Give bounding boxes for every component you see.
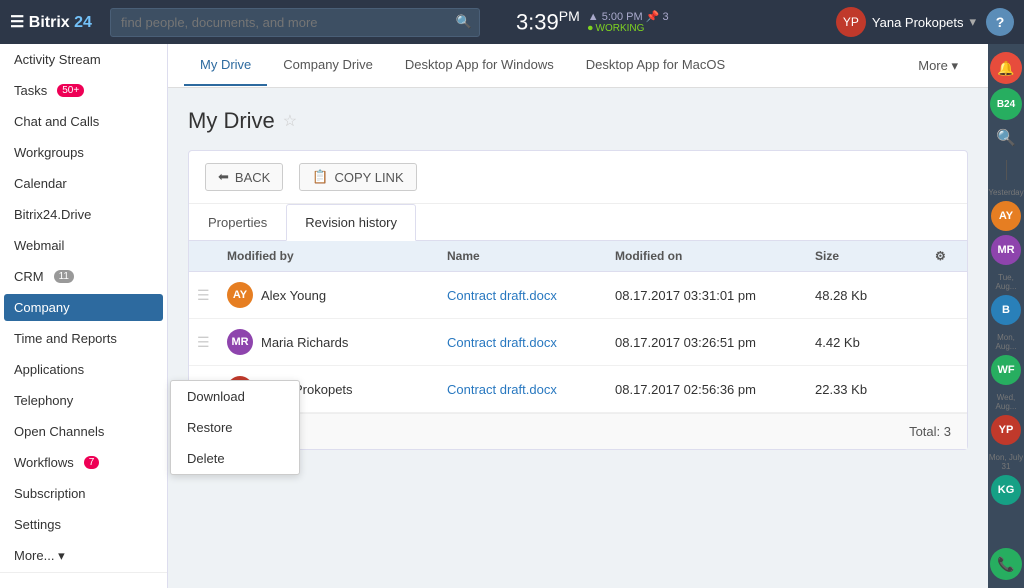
drag-handle[interactable]: ☰ bbox=[189, 334, 219, 351]
sidebar-bottom: CONFIGURE MENU ⚙ + INVITE USERS bbox=[0, 572, 167, 588]
cell-filename-3[interactable]: Contract draft.docx bbox=[439, 382, 607, 397]
sidebar-item-open-channels[interactable]: Open Channels bbox=[0, 416, 167, 447]
cell-modified-2: 08.17.2017 03:26:51 pm bbox=[607, 335, 807, 350]
sidebar-item-subscription[interactable]: Subscription bbox=[0, 478, 167, 509]
topbar-right: YP Yana Prokopets ▾ ? bbox=[836, 7, 1014, 37]
phone-icon-wrap: 📞 bbox=[990, 548, 1022, 580]
table-row: ☰ YP Yana Prokopets Contract draft.docx … bbox=[189, 366, 967, 413]
rp-avatar[interactable]: YP bbox=[991, 415, 1021, 445]
sidebar-item-bitrix24drive[interactable]: Bitrix24.Drive bbox=[0, 199, 167, 230]
sidebar-item-calendar[interactable]: Calendar bbox=[0, 168, 167, 199]
context-menu-download[interactable]: Download bbox=[171, 381, 299, 412]
sidebar: Activity Stream Tasks 50+ Chat and Calls… bbox=[0, 44, 168, 588]
search-wrap: 🔍 bbox=[110, 8, 480, 37]
main-area: My Drive Company Drive Desktop App for W… bbox=[168, 44, 988, 588]
sidebar-item-company[interactable]: Company bbox=[4, 294, 163, 321]
sidebar-item-workgroups[interactable]: Workgroups bbox=[0, 137, 167, 168]
col-modified-on[interactable]: Modified on bbox=[607, 249, 807, 263]
cell-modified-3: 08.17.2017 02:56:36 pm bbox=[607, 382, 807, 397]
rp-avatar[interactable]: AY bbox=[991, 201, 1021, 231]
tab-company-drive[interactable]: Company Drive bbox=[267, 45, 389, 86]
search-input[interactable] bbox=[110, 8, 480, 37]
drag-handle[interactable]: ☰ bbox=[189, 287, 219, 304]
notifications-icon[interactable]: 🔔 bbox=[990, 52, 1022, 84]
sidebar-item-activity-stream[interactable]: Activity Stream bbox=[0, 44, 167, 75]
cell-size-2: 4.42 Kb bbox=[807, 335, 927, 350]
col-size[interactable]: Size bbox=[807, 249, 927, 263]
subtab-properties[interactable]: Properties bbox=[189, 204, 286, 241]
table-footer: Total: 3 bbox=[189, 413, 967, 449]
clock-display: 3:39PM bbox=[516, 8, 580, 35]
rp-avatar[interactable]: WF bbox=[991, 355, 1021, 385]
sidebar-item-webmail[interactable]: Webmail bbox=[0, 230, 167, 261]
cell-size-3: 22.33 Kb bbox=[807, 382, 927, 397]
right-panel: 🔔 B24 🔍 Yesterday AY MR Tue, Aug... B Mo… bbox=[988, 44, 1024, 588]
context-menu-restore[interactable]: Restore bbox=[171, 412, 299, 443]
avatar: AY bbox=[227, 282, 253, 308]
app-logo: ☰ Bitrix 24 bbox=[10, 12, 92, 32]
sidebar-item-settings[interactable]: Settings bbox=[0, 509, 167, 540]
sidebar-item-telephony[interactable]: Telephony bbox=[0, 385, 167, 416]
divider bbox=[1006, 160, 1007, 180]
layout: Activity Stream Tasks 50+ Chat and Calls… bbox=[0, 44, 1024, 588]
copy-link-button[interactable]: 📋 COPY LINK bbox=[299, 163, 416, 191]
phone-icon[interactable]: 📞 bbox=[990, 548, 1022, 580]
table-header: Modified by Name Modified on Size ⚙ bbox=[189, 241, 967, 272]
col-settings[interactable]: ⚙ bbox=[927, 249, 967, 263]
back-button[interactable]: ⬅ BACK bbox=[205, 163, 283, 191]
help-button[interactable]: ? bbox=[986, 8, 1014, 36]
search-icon[interactable]: 🔍 bbox=[992, 124, 1020, 152]
sidebar-item-workflows[interactable]: Workflows 7 bbox=[0, 447, 167, 478]
nav-more-button[interactable]: More ▾ bbox=[904, 50, 972, 82]
sidebar-item-applications[interactable]: Applications bbox=[0, 354, 167, 385]
table-row: ☰ MR Maria Richards Contract draft.docx … bbox=[189, 319, 967, 366]
main-card: ⬅ BACK 📋 COPY LINK Properties Revision h… bbox=[188, 150, 968, 450]
nav-tabs: My Drive Company Drive Desktop App for W… bbox=[168, 44, 988, 88]
col-modified-by[interactable]: Modified by bbox=[219, 249, 439, 263]
context-menu-delete[interactable]: Delete bbox=[171, 443, 299, 474]
crm-badge: 11 bbox=[54, 270, 74, 283]
cell-filename-1[interactable]: Contract draft.docx bbox=[439, 288, 607, 303]
col-name[interactable]: Name bbox=[439, 249, 607, 263]
sidebar-item-time-reports[interactable]: Time and Reports bbox=[0, 323, 167, 354]
gear-icon[interactable]: ⚙ bbox=[935, 249, 946, 263]
subtabs: Properties Revision history bbox=[189, 204, 967, 241]
search-icon: 🔍 bbox=[456, 14, 472, 30]
rp-avatar[interactable]: MR bbox=[991, 235, 1021, 265]
avatar: MR bbox=[227, 329, 253, 355]
back-arrow-icon: ⬅ bbox=[218, 169, 229, 185]
sidebar-item-crm[interactable]: CRM 11 bbox=[0, 261, 167, 292]
clock-detail: ▲ 5:00 PM 📌 3 ⏺ WORKING bbox=[588, 10, 669, 34]
content-area: My Drive ☆ ⬅ BACK 📋 COPY LINK bbox=[168, 88, 988, 588]
table-row: ☰ AY Alex Young Contract draft.docx 08.1… bbox=[189, 272, 967, 319]
sidebar-item-tasks[interactable]: Tasks 50+ bbox=[0, 75, 167, 106]
subtab-revision-history[interactable]: Revision history bbox=[286, 204, 416, 241]
configure-menu-button[interactable]: CONFIGURE MENU ⚙ bbox=[8, 581, 159, 588]
page-title: My Drive ☆ bbox=[188, 108, 968, 134]
sidebar-item-more[interactable]: More... ▾ bbox=[0, 540, 167, 572]
clock-section: 3:39PM ▲ 5:00 PM 📌 3 ⏺ WORKING bbox=[506, 8, 669, 35]
workflows-badge: 7 bbox=[84, 456, 100, 469]
rp-avatar[interactable]: KG bbox=[991, 475, 1021, 505]
cell-modified-1: 08.17.2017 03:31:01 pm bbox=[607, 288, 807, 303]
rp-avatar[interactable]: B bbox=[991, 295, 1021, 325]
copy-icon: 📋 bbox=[312, 169, 328, 185]
tab-my-drive[interactable]: My Drive bbox=[184, 45, 267, 86]
cell-user-2: MR Maria Richards bbox=[219, 329, 439, 355]
tab-desktop-mac[interactable]: Desktop App for MacOS bbox=[570, 45, 741, 86]
cell-size-1: 48.28 Kb bbox=[807, 288, 927, 303]
avatar: YP bbox=[836, 7, 866, 37]
favorite-icon[interactable]: ☆ bbox=[283, 111, 297, 131]
user-menu[interactable]: YP Yana Prokopets ▾ bbox=[836, 7, 976, 37]
user-dropdown-icon: ▾ bbox=[969, 14, 976, 30]
cell-user-1: AY Alex Young bbox=[219, 282, 439, 308]
cell-filename-2[interactable]: Contract draft.docx bbox=[439, 335, 607, 350]
tab-desktop-windows[interactable]: Desktop App for Windows bbox=[389, 45, 570, 86]
sidebar-item-chat-calls[interactable]: Chat and Calls bbox=[0, 106, 167, 137]
topbar: ☰ Bitrix 24 🔍 3:39PM ▲ 5:00 PM 📌 3 ⏺ WOR… bbox=[0, 0, 1024, 44]
card-toolbar: ⬅ BACK 📋 COPY LINK bbox=[189, 151, 967, 204]
tasks-badge: 50+ bbox=[57, 84, 84, 97]
context-menu: Download Restore Delete bbox=[170, 380, 300, 475]
bitrix24-icon[interactable]: B24 bbox=[990, 88, 1022, 120]
